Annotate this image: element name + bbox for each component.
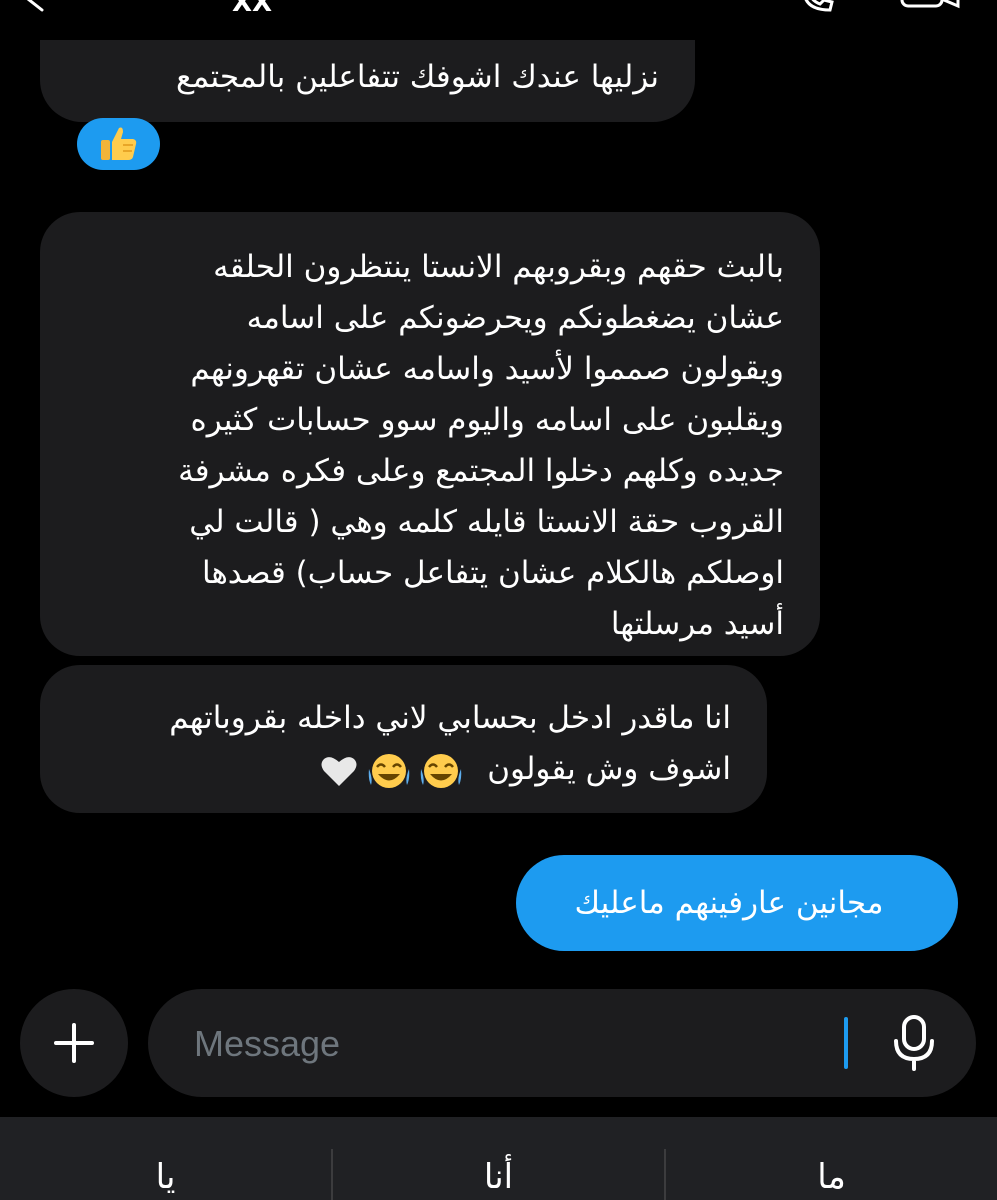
laughing-crying-face-icon (369, 753, 410, 788)
text-cursor (844, 1017, 848, 1069)
white-heart-icon (321, 756, 357, 786)
laughing-crying-face-icon (421, 753, 462, 788)
message-text: اوصلكم هالكلام عشان يتفاعل حساب) قصدها (202, 555, 784, 591)
message-text-with-emojis: اشوف وش يقولون (60, 744, 731, 795)
message-text: القروب حقة الانستا قايله كلمه وهي ( قالت… (189, 504, 784, 540)
phone-icon[interactable] (800, 0, 836, 14)
thumbs-up-icon (100, 127, 136, 160)
message-text: ويقلبون على اسامه واليوم سوو حسابات كثير… (190, 402, 784, 438)
message-text: مجانين عارفينهم ماعليك (574, 885, 884, 921)
received-message[interactable]: نزليها عندك اشوفك تتفاعلين بالمجتمع (40, 40, 695, 122)
microphone-icon[interactable] (888, 1013, 940, 1073)
received-message[interactable]: انا ماقدر ادخل بحسابي لاني داخله بقروبات… (40, 665, 767, 813)
message-text: عشان يضغطونكم ويحرضونكم على اسامه (246, 300, 784, 336)
reaction-badge[interactable] (77, 118, 160, 170)
message-input[interactable] (192, 1017, 836, 1071)
sent-message[interactable]: مجانين عارفينهم ماعليك (516, 855, 958, 951)
video-call-icon[interactable] (900, 0, 960, 14)
back-arrow-icon[interactable] (20, 0, 50, 14)
emoji-group (319, 749, 463, 793)
message-composer[interactable] (148, 989, 976, 1097)
message-text: اشوف وش يقولون (487, 751, 731, 787)
add-attachment-button[interactable] (20, 989, 128, 1097)
received-message[interactable]: بالبث حقهم وبقروبهم الانستا ينتظرون الحل… (40, 212, 820, 656)
conversation-title[interactable]: XX (232, 0, 272, 18)
message-text: بالبث حقهم وبقروبهم الانستا ينتظرون الحل… (213, 249, 784, 285)
conversation-header: XX (0, 0, 997, 20)
message-text: جديده وكلهم دخلوا المجتمع وعلى فكره مشرف… (178, 453, 784, 489)
message-text: ويقولون صمموا لأسيد واسامه عشان تقهرونهم (190, 351, 784, 387)
suggestion-item[interactable]: يا (0, 1117, 331, 1200)
suggestion-item[interactable]: ما (666, 1117, 997, 1200)
keyboard-suggestion-bar: ما أنا يا (0, 1117, 997, 1200)
message-text: أسيد مرسلتها (610, 606, 784, 642)
message-text: نزليها عندك اشوفك تتفاعلين بالمجتمع (176, 59, 659, 95)
suggestion-item[interactable]: أنا (333, 1117, 664, 1200)
plus-icon (54, 1023, 94, 1063)
message-text: انا ماقدر ادخل بحسابي لاني داخله بقروبات… (169, 700, 731, 736)
